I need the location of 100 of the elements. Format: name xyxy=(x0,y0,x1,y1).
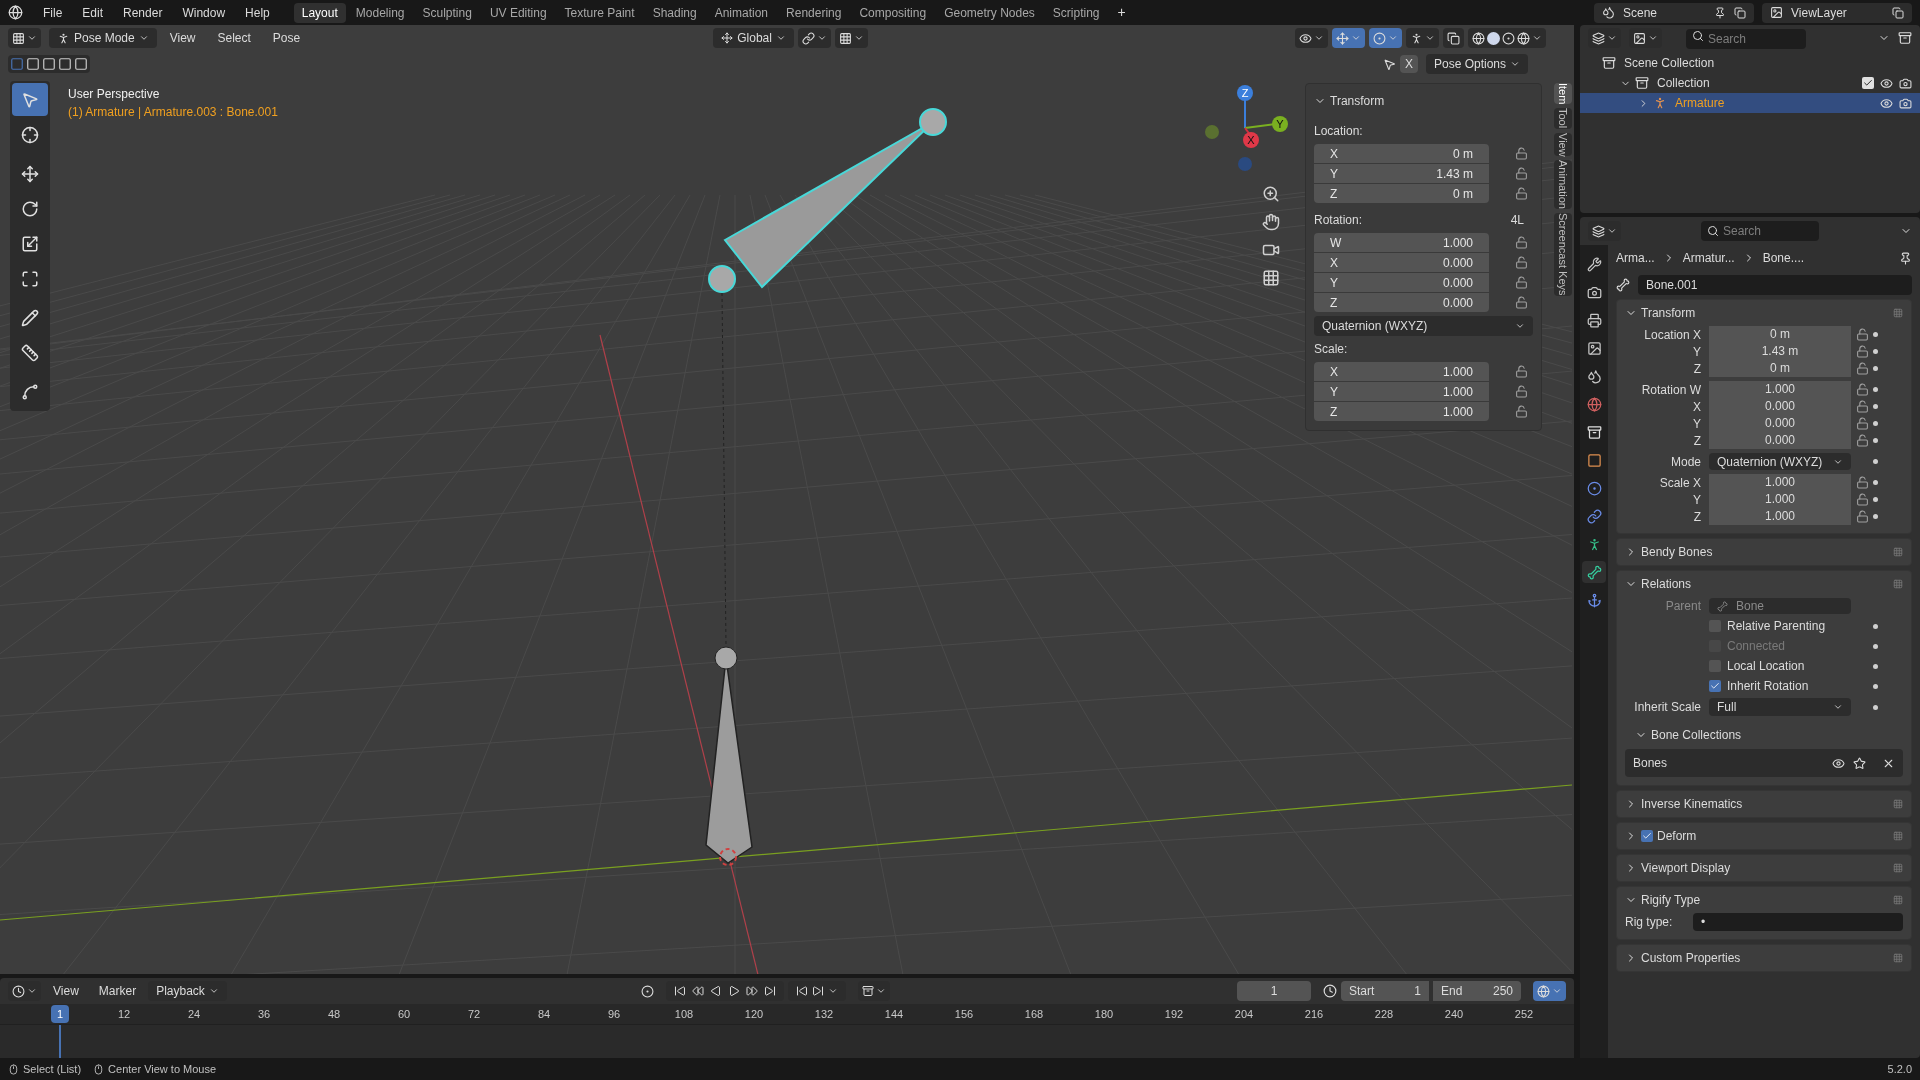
zoom-icon[interactable] xyxy=(1262,185,1280,203)
pose-options-dropdown[interactable]: Pose Options xyxy=(1425,54,1528,74)
properties-tab[interactable] xyxy=(1582,561,1606,583)
panel-header[interactable]: Deform xyxy=(1617,823,1911,849)
view-layer-selector[interactable]: ViewLayer xyxy=(1762,2,1912,23)
breadcrumb-item[interactable]: Arma... xyxy=(1616,249,1655,267)
outliner-row[interactable]: Collection xyxy=(1580,73,1920,93)
frame-ruler[interactable]: 1 12 24 36 48 60 72 84 96 108 120 132 144 156 168 180 192 204 216 228 240 252 xyxy=(0,1004,1574,1024)
rotation-mode-dropdown[interactable]: Quaternion (WXYZ) xyxy=(1314,316,1533,336)
workspace-tab[interactable]: Shading xyxy=(644,2,705,23)
workspace-tab[interactable]: Sculpting xyxy=(414,2,480,23)
display-mode-button[interactable] xyxy=(1629,28,1662,48)
subpanel-header[interactable]: Bone Collections xyxy=(1617,723,1911,747)
number-field[interactable]: 1.43 m xyxy=(1709,343,1851,360)
breadcrumb-item[interactable]: Armatur... xyxy=(1682,249,1735,267)
panel-header[interactable]: Relations xyxy=(1617,571,1911,597)
editor-type-button[interactable] xyxy=(1588,221,1621,241)
lock-icon[interactable] xyxy=(1855,476,1869,489)
lock-icon[interactable] xyxy=(1515,385,1528,398)
number-field[interactable]: 1.000 xyxy=(1709,491,1851,508)
checkbox-option[interactable]: Inherit Rotation xyxy=(1709,677,1851,695)
workspace-tab[interactable]: Animation xyxy=(706,2,777,23)
selection-mode-buttons[interactable] xyxy=(8,55,90,73)
workspace-tab[interactable]: Modeling xyxy=(347,2,413,23)
snap-button[interactable] xyxy=(834,28,868,48)
editor-type-button[interactable] xyxy=(1588,28,1621,48)
editor-type-button[interactable] xyxy=(8,28,41,48)
lock-icon[interactable] xyxy=(1855,510,1869,523)
lock-icon[interactable] xyxy=(1855,345,1869,358)
lock-4l-toggle[interactable]: 4L xyxy=(1510,211,1524,229)
editor-type-button[interactable] xyxy=(8,981,41,1001)
eye-icon[interactable] xyxy=(1880,76,1893,90)
current-frame-field[interactable]: 1 xyxy=(1237,981,1311,1001)
lock-icon[interactable] xyxy=(1855,383,1869,396)
number-field[interactable]: 0 m xyxy=(1709,360,1851,377)
panel-header[interactable]: Inverse Kinematics xyxy=(1617,791,1911,817)
number-field[interactable]: Y 1.000 xyxy=(1314,382,1489,401)
sidebar-tab[interactable]: Item xyxy=(1554,83,1572,105)
panel-header[interactable]: Viewport Display xyxy=(1617,855,1911,881)
menu-item[interactable]: View xyxy=(45,982,87,1000)
outliner-row[interactable]: Armature xyxy=(1580,93,1920,113)
overlay-button[interactable] xyxy=(1369,28,1402,48)
record-icon[interactable] xyxy=(640,984,654,998)
lock-icon[interactable] xyxy=(1515,256,1528,269)
workspace-tab[interactable]: Texture Paint xyxy=(556,2,643,23)
menu-item[interactable]: Window xyxy=(174,3,234,22)
number-field[interactable]: W 1.000 xyxy=(1314,233,1489,252)
menu-item[interactable]: Help xyxy=(237,3,278,22)
lock-icon[interactable] xyxy=(1515,236,1528,249)
lock-icon[interactable] xyxy=(1855,400,1869,413)
breadcrumb-item[interactable]: Bone.... xyxy=(1762,249,1805,267)
visibility-button[interactable] xyxy=(1295,28,1328,48)
panel-title[interactable]: Transform xyxy=(1330,92,1385,110)
sync-button[interactable] xyxy=(1533,981,1566,1001)
add-workspace-button[interactable]: + xyxy=(1109,2,1134,23)
grid-icon[interactable] xyxy=(1262,269,1280,287)
app-logo-icon[interactable] xyxy=(8,5,23,20)
lock-icon[interactable] xyxy=(1855,417,1869,430)
number-field[interactable]: X 0 m xyxy=(1314,144,1489,163)
mode-dropdown[interactable]: Pose Mode xyxy=(49,28,157,48)
gizmo-button[interactable] xyxy=(1332,28,1365,48)
number-field[interactable]: 1.000 xyxy=(1709,381,1851,398)
end-frame-field[interactable]: End 250 xyxy=(1433,981,1521,1001)
lock-icon[interactable] xyxy=(1855,328,1869,341)
workspace-tab[interactable]: UV Editing xyxy=(481,2,555,23)
sidebar-tab[interactable]: Animation xyxy=(1554,160,1572,210)
mode-dropdown[interactable]: Quaternion (WXYZ) xyxy=(1709,453,1851,470)
orientation-dropdown[interactable]: Global xyxy=(713,28,794,48)
lock-icon[interactable] xyxy=(1855,434,1869,447)
star-icon[interactable] xyxy=(1853,756,1866,770)
bone-collection-row[interactable]: Bones xyxy=(1625,749,1903,777)
panel-header[interactable]: Transform xyxy=(1617,300,1911,326)
menu-item[interactable]: Render xyxy=(115,3,171,22)
panel-header[interactable]: Bendy Bones xyxy=(1617,539,1911,565)
workspace-tab[interactable]: Compositing xyxy=(851,2,935,23)
start-frame-field[interactable]: Start 1 xyxy=(1341,981,1429,1001)
number-field[interactable]: 1.000 xyxy=(1709,474,1851,491)
menu-item[interactable]: Edit xyxy=(74,3,112,22)
menu-item[interactable]: File xyxy=(35,3,71,22)
scene-selector[interactable]: Scene xyxy=(1594,2,1754,23)
workspace-tab[interactable]: Scripting xyxy=(1044,2,1108,23)
workspace-tab[interactable]: Rendering xyxy=(778,2,850,23)
mirror-x-toggle[interactable]: X xyxy=(1399,55,1418,73)
number-field[interactable]: 1.000 xyxy=(1709,508,1851,525)
bone-overlay-button[interactable] xyxy=(1406,28,1439,48)
outliner-row[interactable]: Scene Collection xyxy=(1580,53,1920,73)
number-field[interactable]: 0 m xyxy=(1709,326,1851,343)
camera-icon[interactable] xyxy=(1899,96,1912,110)
name-field[interactable]: Bone.001 xyxy=(1638,275,1912,295)
playback-controls[interactable] xyxy=(665,981,784,1001)
inherit-scale-dropdown[interactable]: Full xyxy=(1709,698,1851,716)
lock-icon[interactable] xyxy=(1515,276,1528,289)
rig-type-field[interactable]: • xyxy=(1693,913,1903,931)
checkbox-option[interactable]: Relative Parenting xyxy=(1709,617,1851,635)
number-field[interactable]: 0.000 xyxy=(1709,432,1851,449)
hand-icon[interactable] xyxy=(1262,213,1280,231)
search-field[interactable]: Search xyxy=(1701,221,1819,241)
solid-shading-icon[interactable] xyxy=(1487,31,1500,45)
sidebar-tab[interactable]: Screencast Keys xyxy=(1554,213,1572,296)
parent-field[interactable]: Bone xyxy=(1709,598,1851,614)
